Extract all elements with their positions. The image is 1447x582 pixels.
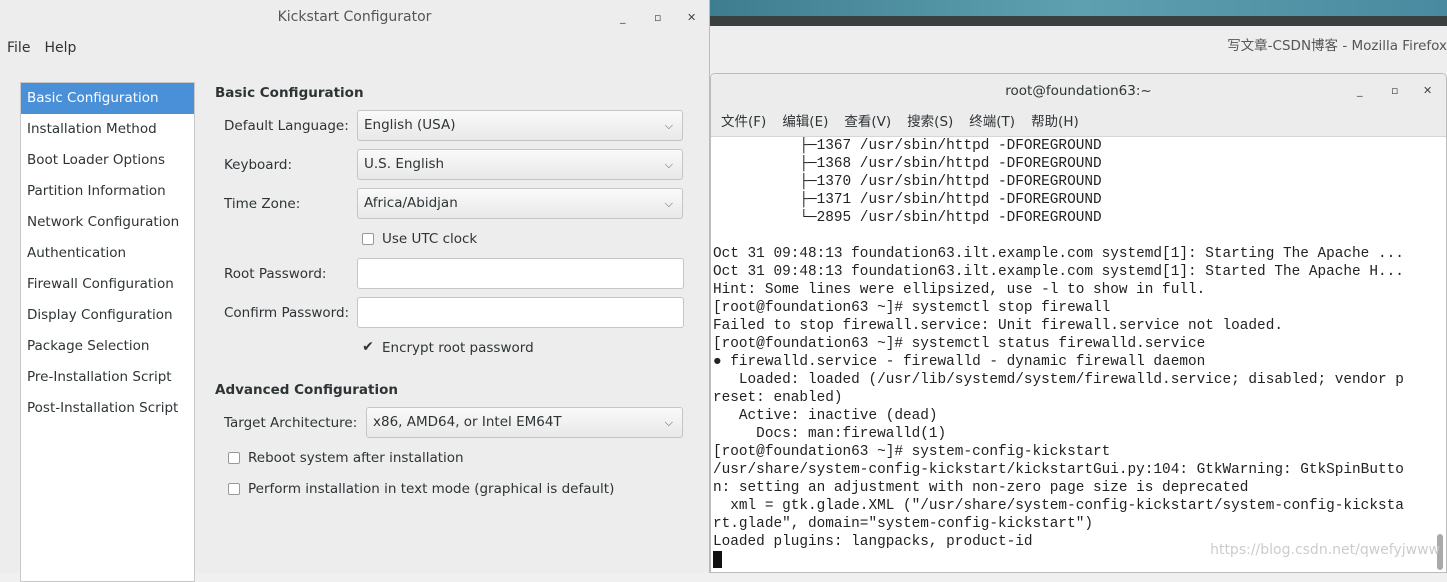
minimize-button[interactable]: _ bbox=[620, 0, 626, 35]
firefox-window-title: 写文章-CSDN博客 - Mozilla Firefox bbox=[1227, 38, 1447, 54]
terminal-line: Oct 31 09:48:13 foundation63.ilt.example… bbox=[713, 246, 1404, 262]
menu-bar: File Help bbox=[0, 35, 709, 63]
desktop-panel bbox=[710, 16, 1447, 26]
encrypt-password-checkbox[interactable]: ✔ Encrypt root password bbox=[362, 340, 534, 356]
maximize-button[interactable]: ▫ bbox=[654, 0, 661, 35]
reboot-checkbox[interactable]: Reboot system after installation bbox=[228, 450, 464, 466]
terminal-line: ├─1367 /usr/sbin/httpd -DFOREGROUND bbox=[713, 138, 1102, 154]
sidebar: Basic Configuration Installation Method Bo… bbox=[20, 82, 195, 582]
advanced-config-heading: Advanced Configuration bbox=[215, 382, 398, 398]
timezone-value: Africa/Abidjan bbox=[364, 195, 458, 211]
language-label: Default Language: bbox=[224, 118, 349, 134]
terminal-line: n: setting an adjustment with non-zero p… bbox=[713, 480, 1249, 496]
chevron-down-icon: ⌵ bbox=[664, 119, 673, 132]
confirm-password-label: Confirm Password: bbox=[224, 305, 350, 321]
terminal-window: root@foundation63:~ _ ▫ ✕ 文件(F) 编辑(E) 查看(V… bbox=[710, 73, 1447, 573]
sidebar-item-basic-configuration[interactable]: Basic Configuration bbox=[21, 83, 194, 114]
terminal-line: /usr/share/system-config-kickstart/kicks… bbox=[713, 462, 1404, 478]
checkbox-unchecked bbox=[362, 233, 374, 245]
language-value: English (USA) bbox=[364, 117, 456, 133]
window-title: Kickstart Configurator bbox=[277, 9, 432, 25]
keyboard-value: U.S. English bbox=[364, 156, 445, 172]
desktop-top-bar bbox=[710, 0, 1447, 16]
sidebar-item-package-selection[interactable]: Package Selection bbox=[21, 331, 194, 362]
terminal-line: ● firewalld.service - firewalld - dynami… bbox=[713, 354, 1206, 370]
terminal-menu-item[interactable]: 编辑(E) bbox=[782, 108, 828, 136]
sidebar-item-boot-loader-options[interactable]: Boot Loader Options bbox=[21, 145, 194, 176]
terminal-line: reset: enabled) bbox=[713, 390, 843, 406]
checkbox-unchecked bbox=[228, 452, 240, 464]
sidebar-item-network-configuration[interactable]: Network Configuration bbox=[21, 207, 194, 238]
terminal-line: [root@foundation63 ~]# system-config-kic… bbox=[713, 444, 1111, 460]
terminal-line: ├─1371 /usr/sbin/httpd -DFOREGROUND bbox=[713, 192, 1102, 208]
menu-file[interactable]: File bbox=[7, 35, 30, 63]
terminal-line: ├─1368 /usr/sbin/httpd -DFOREGROUND bbox=[713, 156, 1102, 172]
close-button[interactable]: ✕ bbox=[687, 0, 696, 35]
arch-select[interactable]: x86, AMD64, or Intel EM64T ⌵ bbox=[366, 407, 683, 438]
reboot-label: Reboot system after installation bbox=[248, 450, 464, 466]
terminal-menu-item[interactable]: 查看(V) bbox=[844, 108, 891, 136]
terminal-line: Oct 31 09:48:13 foundation63.ilt.example… bbox=[713, 264, 1404, 280]
root-password-label: Root Password: bbox=[224, 266, 327, 282]
terminal-menu-item[interactable]: 文件(F) bbox=[721, 108, 766, 136]
terminal-menu-bar: 文件(F) 编辑(E) 查看(V) 搜索(S) 终端(T) 帮助(H) bbox=[711, 108, 1446, 137]
terminal-titlebar: root@foundation63:~ _ ▫ ✕ bbox=[711, 74, 1446, 108]
kickstart-window: Kickstart Configurator _ ▫ ✕ File Help B… bbox=[0, 0, 710, 582]
keyboard-label: Keyboard: bbox=[224, 157, 293, 173]
terminal-line: ├─1370 /usr/sbin/httpd -DFOREGROUND bbox=[713, 174, 1102, 190]
sidebar-item-firewall-configuration[interactable]: Firewall Configuration bbox=[21, 269, 194, 300]
text-mode-label: Perform installation in text mode (graph… bbox=[248, 481, 615, 497]
keyboard-select[interactable]: U.S. English ⌵ bbox=[357, 149, 683, 180]
terminal-line: rt.glade", domain="system-config-kicksta… bbox=[713, 516, 1093, 532]
maximize-button[interactable]: ▫ bbox=[1391, 74, 1398, 108]
sidebar-item-pre-installation-script[interactable]: Pre-Installation Script bbox=[21, 362, 194, 393]
terminal-menu-item[interactable]: 搜索(S) bbox=[907, 108, 953, 136]
close-button[interactable]: ✕ bbox=[1423, 74, 1432, 108]
menu-help[interactable]: Help bbox=[44, 35, 76, 63]
terminal-menu-item[interactable]: 终端(T) bbox=[969, 108, 1015, 136]
timezone-label: Time Zone: bbox=[224, 196, 301, 212]
chevron-down-icon: ⌵ bbox=[664, 158, 673, 171]
utc-clock-checkbox[interactable]: Use UTC clock bbox=[362, 231, 477, 247]
sidebar-item-display-configuration[interactable]: Display Configuration bbox=[21, 300, 194, 331]
chevron-down-icon: ⌵ bbox=[664, 197, 673, 210]
terminal-line: [root@foundation63 ~]# systemctl status … bbox=[713, 336, 1206, 352]
terminal-line: Loaded: loaded (/usr/lib/systemd/system/… bbox=[713, 372, 1404, 388]
confirm-password-input[interactable] bbox=[357, 297, 684, 328]
minimize-button[interactable]: _ bbox=[1357, 74, 1363, 108]
checkbox-unchecked bbox=[228, 483, 240, 495]
language-select[interactable]: English (USA) ⌵ bbox=[357, 110, 683, 141]
terminal-line: [root@foundation63 ~]# systemctl stop fi… bbox=[713, 300, 1111, 316]
terminal-line: Failed to stop firewall.service: Unit fi… bbox=[713, 318, 1283, 334]
arch-value: x86, AMD64, or Intel EM64T bbox=[373, 414, 562, 430]
sidebar-item-post-installation-script[interactable]: Post-Installation Script bbox=[21, 393, 194, 424]
terminal-line: Docs: man:firewalld(1) bbox=[713, 426, 947, 442]
terminal-line: xml = gtk.glade.XML ("/usr/share/system-… bbox=[713, 498, 1404, 514]
checkmark-icon: ✔ bbox=[362, 339, 374, 355]
basic-config-heading: Basic Configuration bbox=[215, 85, 364, 101]
terminal-line: Active: inactive (dead) bbox=[713, 408, 938, 424]
watermark: https://blog.csdn.net/qwefyjwww bbox=[1210, 542, 1440, 558]
arch-label: Target Architecture: bbox=[224, 415, 358, 431]
terminal-line: └─2895 /usr/sbin/httpd -DFOREGROUND bbox=[713, 210, 1102, 226]
window-titlebar: Kickstart Configurator _ ▫ ✕ bbox=[0, 0, 709, 35]
encrypt-label: Encrypt root password bbox=[382, 340, 534, 356]
terminal-cursor bbox=[713, 551, 722, 568]
utc-label: Use UTC clock bbox=[382, 231, 478, 247]
terminal-line: Hint: Some lines were ellipsized, use -l… bbox=[713, 282, 1206, 298]
timezone-select[interactable]: Africa/Abidjan ⌵ bbox=[357, 188, 683, 219]
sidebar-item-partition-information[interactable]: Partition Information bbox=[21, 176, 194, 207]
chevron-down-icon: ⌵ bbox=[664, 416, 673, 429]
terminal-output[interactable]: ├─1367 /usr/sbin/httpd -DFOREGROUND ├─13… bbox=[713, 137, 1433, 569]
terminal-menu-item[interactable]: 帮助(H) bbox=[1031, 108, 1079, 136]
terminal-title: root@foundation63:~ bbox=[1005, 83, 1152, 99]
root-password-input[interactable] bbox=[357, 258, 684, 289]
text-mode-checkbox[interactable]: Perform installation in text mode (graph… bbox=[228, 481, 614, 497]
sidebar-item-installation-method[interactable]: Installation Method bbox=[21, 114, 194, 145]
sidebar-item-authentication[interactable]: Authentication bbox=[21, 238, 194, 269]
